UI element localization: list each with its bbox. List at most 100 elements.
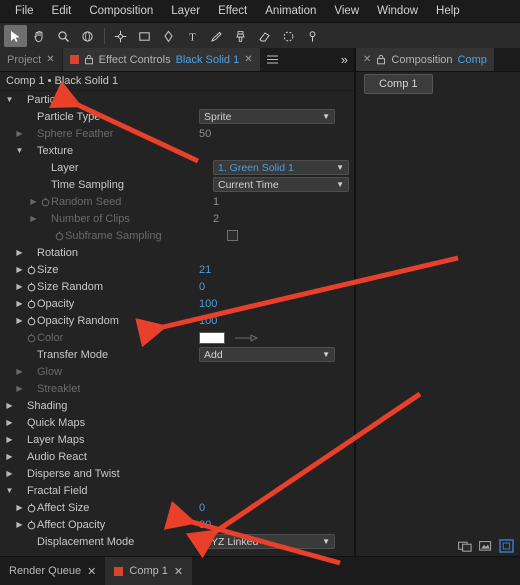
more-tabs-chevron-icon[interactable]: » bbox=[334, 48, 354, 71]
rectangle-shape-tool[interactable] bbox=[133, 25, 156, 47]
eyedropper-icon[interactable] bbox=[233, 333, 259, 343]
bottom-tab-render-queue[interactable]: Render Queue ✕ bbox=[0, 557, 106, 585]
property-row[interactable]: Displacement Mode XYZ Linked ▼ bbox=[0, 533, 354, 550]
twirl-right-icon[interactable]: ▶ bbox=[4, 469, 15, 478]
property-row[interactable]: Color bbox=[0, 329, 354, 346]
close-icon[interactable]: ✕ bbox=[87, 565, 96, 578]
property-row[interactable]: ▶ Opacity Random 100 bbox=[0, 312, 354, 329]
twirl-right-icon[interactable]: ▶ bbox=[14, 316, 25, 325]
menu-item-animation[interactable]: Animation bbox=[256, 2, 325, 20]
menu-item-composition[interactable]: Composition bbox=[80, 2, 162, 20]
twirl-right-icon[interactable]: ▶ bbox=[14, 265, 25, 274]
property-row[interactable]: ▶ Audio React bbox=[0, 448, 354, 465]
property-row[interactable]: Subframe Sampling bbox=[0, 227, 354, 244]
property-value[interactable]: 0 bbox=[199, 502, 205, 514]
menu-item-view[interactable]: View bbox=[325, 2, 368, 20]
menu-item-help[interactable]: Help bbox=[427, 2, 469, 20]
close-icon[interactable]: ✕ bbox=[244, 54, 252, 65]
property-row[interactable]: ▼ Particle bbox=[0, 91, 354, 108]
property-row[interactable]: ▼ Texture bbox=[0, 142, 354, 159]
zoom-tool[interactable] bbox=[52, 25, 75, 47]
stopwatch-icon[interactable] bbox=[25, 299, 37, 309]
property-row[interactable]: Layer 1. Green Solid 1 ▼ bbox=[0, 159, 354, 176]
property-value[interactable]: 1 bbox=[213, 196, 219, 208]
menu-item-file[interactable]: File bbox=[6, 2, 43, 20]
orbit-camera-tool[interactable] bbox=[76, 25, 99, 47]
property-row[interactable]: ▶ Rotation bbox=[0, 244, 354, 261]
twirl-down-icon[interactable]: ▼ bbox=[4, 486, 15, 495]
show-snapshot-icon[interactable] bbox=[479, 540, 492, 552]
menu-item-layer[interactable]: Layer bbox=[162, 2, 209, 20]
stopwatch-icon[interactable] bbox=[25, 520, 37, 530]
property-row[interactable]: ▶ Size Random 0 bbox=[0, 278, 354, 295]
menu-item-effect[interactable]: Effect bbox=[209, 2, 256, 20]
twirl-right-icon[interactable]: ▶ bbox=[14, 299, 25, 308]
region-of-interest-icon[interactable] bbox=[499, 539, 514, 553]
pan-behind-tool[interactable] bbox=[109, 25, 132, 47]
twirl-down-icon[interactable]: ▼ bbox=[4, 95, 15, 104]
tab-project[interactable]: Project ✕ bbox=[0, 48, 63, 71]
property-dropdown[interactable]: XYZ Linked ▼ bbox=[199, 534, 335, 549]
twirl-right-icon[interactable]: ▶ bbox=[14, 367, 25, 376]
type-tool[interactable]: T bbox=[181, 25, 204, 47]
twirl-right-icon[interactable]: ▶ bbox=[4, 418, 15, 427]
stopwatch-icon[interactable] bbox=[25, 333, 37, 343]
twirl-right-icon[interactable]: ▶ bbox=[14, 248, 25, 257]
twirl-right-icon[interactable]: ▶ bbox=[14, 282, 25, 291]
property-row[interactable]: ▶ Layer Maps bbox=[0, 431, 354, 448]
bottom-tab-comp-1[interactable]: Comp 1 ✕ bbox=[105, 557, 193, 585]
property-list[interactable]: ▼ Particle Particle Type Sprite ▼ ▶ Sphere Fe… bbox=[0, 91, 354, 557]
stopwatch-icon[interactable] bbox=[25, 265, 37, 275]
close-icon[interactable]: ✕ bbox=[174, 565, 183, 578]
puppet-pin-tool[interactable] bbox=[301, 25, 324, 47]
property-row[interactable]: ▶ Number of Clips 2 bbox=[0, 210, 354, 227]
brush-tool[interactable] bbox=[205, 25, 228, 47]
property-value[interactable]: 2 bbox=[213, 213, 219, 225]
property-row[interactable]: ▶ Quick Maps bbox=[0, 414, 354, 431]
tab-effect-controls[interactable]: Effect Controls Black Solid 1 ✕ bbox=[62, 48, 261, 71]
property-dropdown[interactable]: Current Time ▼ bbox=[213, 177, 349, 192]
twirl-right-icon[interactable]: ▶ bbox=[4, 401, 15, 410]
property-row[interactable]: ▶ Streaklet bbox=[0, 380, 354, 397]
property-dropdown[interactable]: Sprite ▼ bbox=[199, 109, 335, 124]
twirl-right-icon[interactable]: ▶ bbox=[4, 452, 15, 461]
menu-item-edit[interactable]: Edit bbox=[43, 2, 81, 20]
composition-viewer[interactable] bbox=[356, 96, 520, 535]
roto-brush-tool[interactable] bbox=[277, 25, 300, 47]
property-dropdown[interactable]: Add ▼ bbox=[199, 347, 335, 362]
twirl-right-icon[interactable]: ▶ bbox=[14, 520, 25, 529]
property-row[interactable]: ▶ Size 21 bbox=[0, 261, 354, 278]
property-dropdown[interactable]: 1. Green Solid 1 ▼ bbox=[213, 160, 349, 175]
selection-tool[interactable] bbox=[4, 25, 27, 47]
pen-tool[interactable] bbox=[157, 25, 180, 47]
twirl-right-icon[interactable]: ▶ bbox=[28, 197, 39, 206]
property-row[interactable]: ▶ Affect Opacity 80 bbox=[0, 516, 354, 533]
menu-item-window[interactable]: Window bbox=[368, 2, 427, 20]
clone-stamp-tool[interactable] bbox=[229, 25, 252, 47]
property-value[interactable]: 80 bbox=[199, 519, 211, 531]
comp-name-chip[interactable]: Comp 1 bbox=[364, 74, 433, 94]
color-swatch[interactable] bbox=[199, 331, 225, 344]
property-row[interactable]: ▶ Random Seed 1 bbox=[0, 193, 354, 210]
eraser-tool[interactable] bbox=[253, 25, 276, 47]
twirl-right-icon[interactable]: ▶ bbox=[14, 503, 25, 512]
twirl-right-icon[interactable]: ▶ bbox=[14, 129, 25, 138]
snapshot-icon[interactable] bbox=[458, 540, 472, 552]
lock-icon[interactable] bbox=[376, 54, 386, 65]
close-icon[interactable]: ✕ bbox=[46, 54, 54, 65]
stopwatch-icon[interactable] bbox=[25, 282, 37, 292]
stopwatch-icon[interactable] bbox=[25, 503, 37, 513]
property-row[interactable]: Transfer Mode Add ▼ bbox=[0, 346, 354, 363]
property-value[interactable]: 100 bbox=[199, 298, 217, 310]
property-row[interactable]: ▼ Fractal Field bbox=[0, 482, 354, 499]
hand-tool[interactable] bbox=[28, 25, 51, 47]
stopwatch-icon[interactable] bbox=[53, 231, 65, 241]
panel-menu-icon[interactable] bbox=[261, 48, 284, 71]
stopwatch-icon[interactable] bbox=[25, 316, 37, 326]
twirl-right-icon[interactable]: ▶ bbox=[4, 435, 15, 444]
property-value[interactable]: 0 bbox=[199, 281, 205, 293]
lock-icon[interactable] bbox=[84, 54, 94, 65]
property-value[interactable]: 100 bbox=[199, 315, 217, 327]
stopwatch-icon[interactable] bbox=[39, 197, 51, 207]
tab-composition[interactable]: ✕ Composition Comp bbox=[356, 48, 495, 71]
